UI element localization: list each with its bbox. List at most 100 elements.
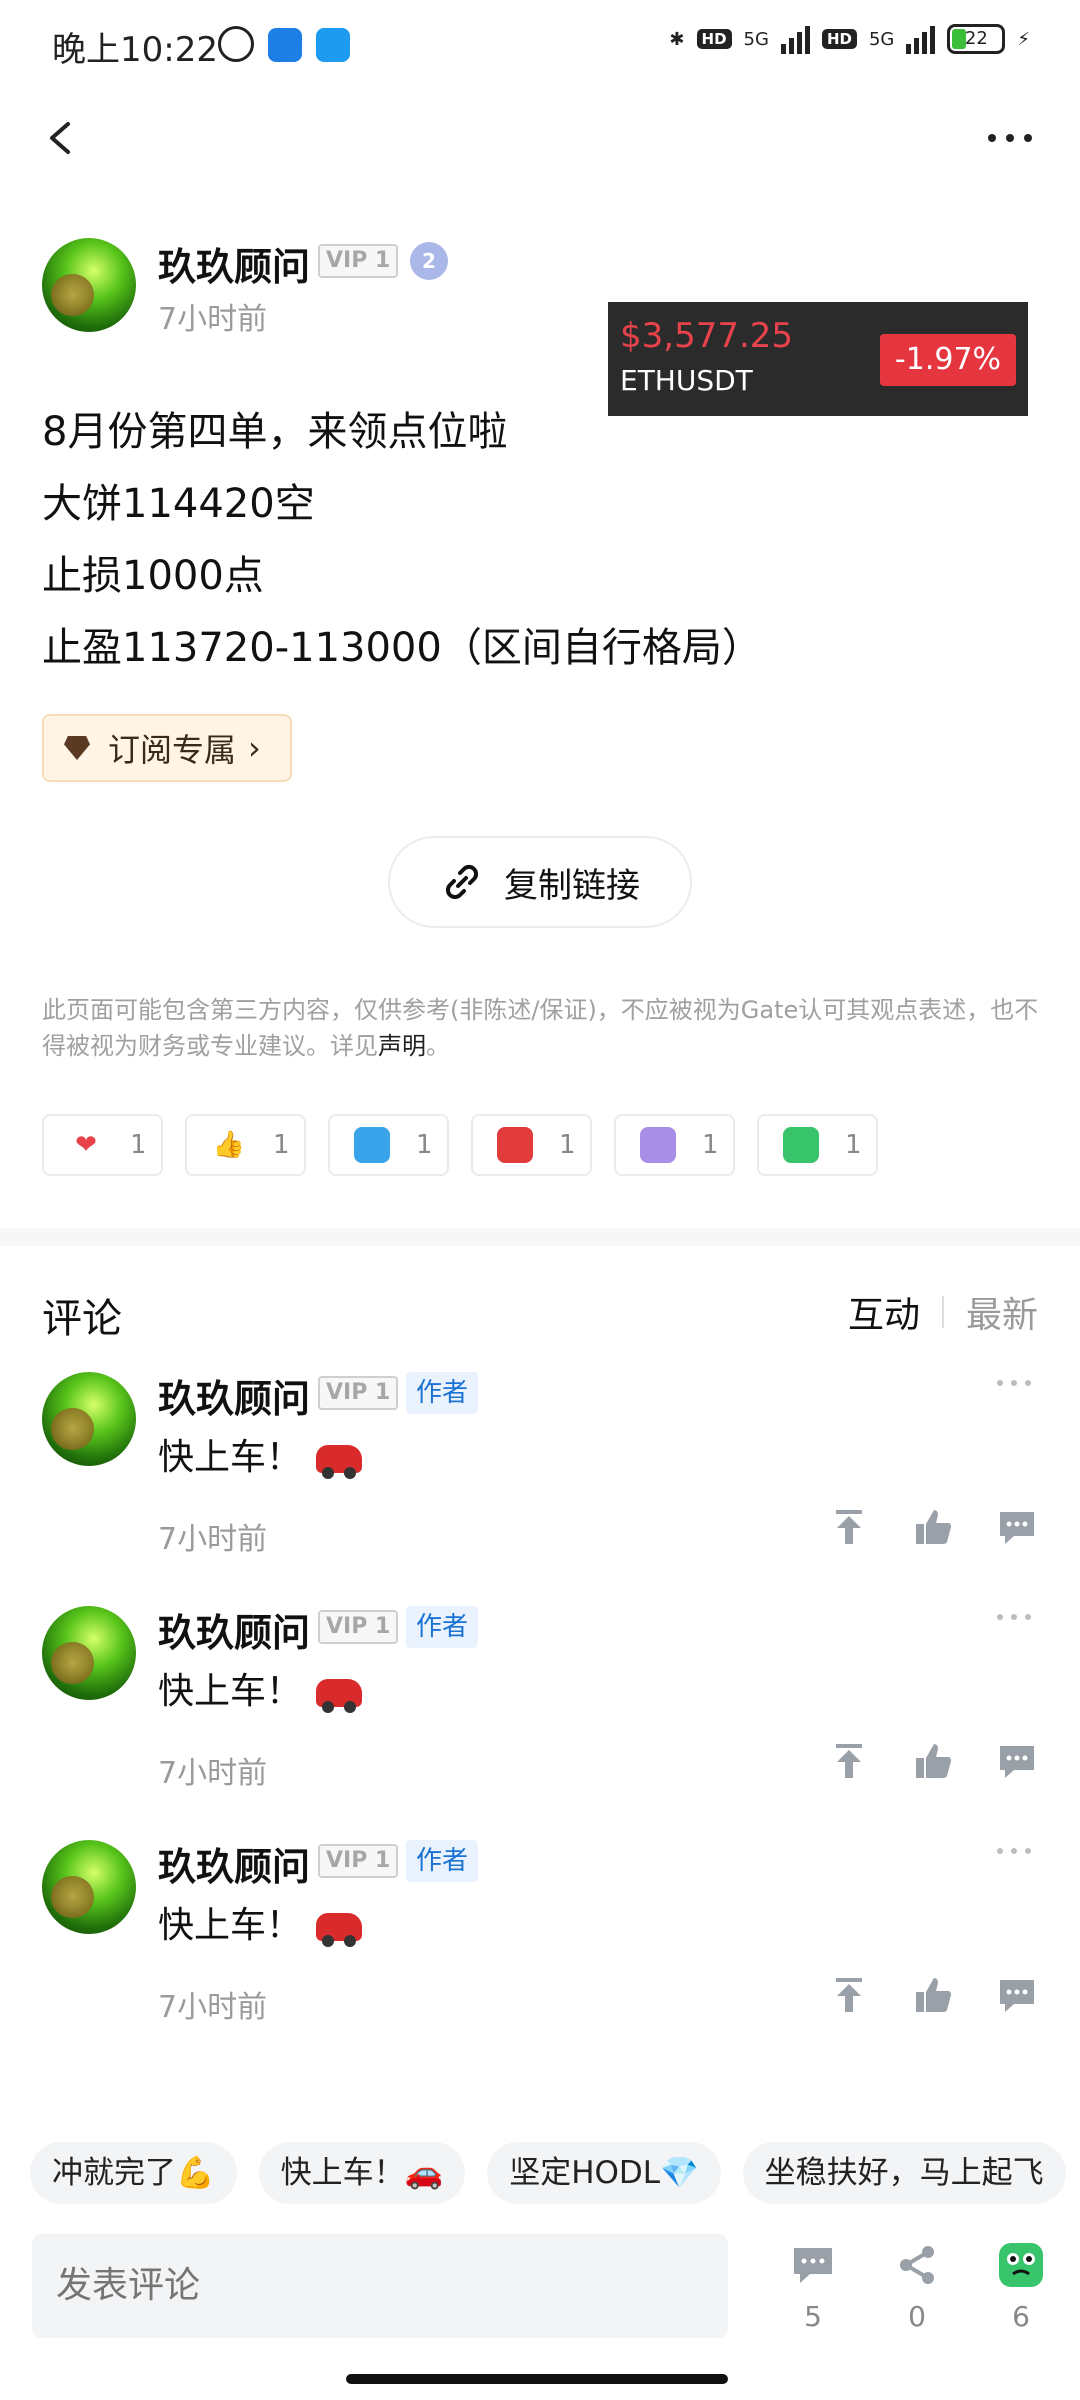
vip-badge: VIP 1 <box>318 1844 399 1878</box>
reaction-count: 1 <box>273 1130 290 1160</box>
comment-author[interactable]: 玖玖顾问 <box>158 1368 310 1423</box>
disclaimer: 此页面可能包含第三方内容，仅供参考(非陈述/保证)，不应被视为Gate认可其观点… <box>42 992 1042 1064</box>
section-divider <box>0 1228 1080 1246</box>
reaction-chip[interactable]: ❤ 1 <box>42 1114 163 1176</box>
tab-interactive[interactable]: 互动 <box>848 1286 920 1338</box>
reaction-chip[interactable]: 1 <box>757 1114 878 1176</box>
reply-icon[interactable] <box>996 1974 1038 2016</box>
alarm-icon <box>218 26 254 62</box>
comment-text: 快上车！ <box>158 1428 363 1480</box>
comment-item: 玖玖顾问 VIP 1 作者 快上车！ 7小时前 <box>0 1832 1080 2062</box>
disclaimer-end: 。 <box>426 1032 450 1060</box>
comment-avatar[interactable] <box>42 1372 136 1466</box>
charging-icon: ⚡ <box>1017 28 1030 50</box>
post-line: 8月份第四单，来领点位啦 <box>42 409 508 455</box>
comment-author[interactable]: 玖玖顾问 <box>158 1836 310 1891</box>
ticker-symbol: ETHUSDT <box>620 364 753 397</box>
comments-button[interactable]: 5 <box>784 2240 842 2333</box>
home-indicator <box>346 2374 728 2384</box>
signal-icon-2 <box>906 24 936 54</box>
comment-avatar[interactable] <box>42 1606 136 1700</box>
tab-separator <box>941 1296 944 1328</box>
pin-top-icon[interactable] <box>828 1974 870 2016</box>
copy-link-button[interactable]: 复制链接 <box>388 836 692 928</box>
heart-icon: ❤ <box>75 1130 97 1160</box>
comment-item: 玖玖顾问 VIP 1 作者 快上车！ 7小时前 <box>0 1598 1080 1828</box>
reaction-chip[interactable]: 👍 1 <box>185 1114 306 1176</box>
status-time: 晚上10:22 <box>52 30 218 70</box>
comment-more-button[interactable] <box>994 1366 1034 1401</box>
ticker-price: $3,577.25 <box>620 316 794 356</box>
subscribe-label: 订阅专属 <box>108 731 237 769</box>
author-tag: 作者 <box>406 1840 479 1882</box>
like-icon[interactable] <box>912 1740 954 1782</box>
upload-notification-icon <box>316 28 350 62</box>
hd-icon-2: HD <box>821 29 857 49</box>
comment-actions <box>828 1974 1038 2016</box>
thumbs-up-icon: 👍 <box>212 1130 246 1160</box>
purple-face-icon <box>640 1127 676 1163</box>
back-button[interactable] <box>40 110 90 166</box>
pin-top-icon[interactable] <box>828 1506 870 1548</box>
author-name[interactable]: 玖玖顾问 <box>158 236 310 291</box>
share-icon <box>900 2246 934 2284</box>
car-emoji-icon <box>316 1913 363 1947</box>
car-emoji-icon <box>316 1679 363 1713</box>
vip-badge: VIP 1 <box>318 244 399 278</box>
like-icon[interactable] <box>912 1974 954 2016</box>
post-line: 大饼114420空 <box>42 481 315 527</box>
reaction-chip[interactable]: 1 <box>328 1114 449 1176</box>
reaction-count: 1 <box>416 1130 433 1160</box>
reaction-chip[interactable]: 1 <box>471 1114 592 1176</box>
quick-reply-chip[interactable]: 快上车！🚗 <box>258 2142 466 2204</box>
disclaimer-text: 此页面可能包含第三方内容，仅供参考(非陈述/保证)，不应被视为Gate认可其观点… <box>42 996 1039 1060</box>
app-notification-icon <box>268 28 302 62</box>
like-icon[interactable] <box>912 1506 954 1548</box>
vip-badge: VIP 1 <box>318 1610 399 1644</box>
share-button[interactable]: 0 <box>888 2240 946 2333</box>
bottom-actions: 5 0 6 <box>784 2240 1050 2333</box>
subscribe-exclusive-button[interactable]: 订阅专属 › <box>42 714 292 782</box>
tab-latest[interactable]: 最新 <box>966 1286 1038 1338</box>
post-time: 7小时前 <box>158 302 268 337</box>
comment-text-body: 快上车！ <box>158 1905 303 1946</box>
reply-icon[interactable] <box>996 1740 1038 1782</box>
author-tag: 作者 <box>406 1372 479 1414</box>
comment-avatar[interactable] <box>42 1840 136 1934</box>
comment-sort-tabs: 互动 最新 <box>848 1286 1038 1338</box>
comment-more-button[interactable] <box>994 1834 1034 1869</box>
reaction-button[interactable]: 6 <box>992 2240 1050 2333</box>
vip-badge: VIP 1 <box>318 1376 399 1410</box>
reaction-chip[interactable]: 1 <box>614 1114 735 1176</box>
comment-icon <box>794 2248 832 2283</box>
network-label: 5G <box>743 28 769 50</box>
disclaimer-link[interactable]: 声明 <box>378 1032 426 1060</box>
comment-count: 5 <box>804 2300 822 2333</box>
comment-time: 7小时前 <box>158 1990 268 2025</box>
post-line: 止盈113720-113000（区间自行格局） <box>42 625 762 671</box>
hodl-icon <box>354 1127 390 1163</box>
quick-reply-chip[interactable]: 坚定HODL💎 <box>487 2142 721 2204</box>
comment-author[interactable]: 玖玖顾问 <box>158 1602 310 1657</box>
quick-reply-chip[interactable]: 坐稳扶好，马上起飞 <box>742 2142 1066 2204</box>
share-count: 0 <box>908 2300 926 2333</box>
green-face-icon <box>999 2243 1043 2287</box>
comment-text-body: 快上车！ <box>158 1437 303 1478</box>
comment-more-button[interactable] <box>994 1600 1034 1635</box>
more-icon <box>997 1380 1031 1386</box>
reaction-count: 1 <box>559 1130 576 1160</box>
author-avatar[interactable] <box>42 238 136 332</box>
bluetooth-icon: ✱ <box>669 28 685 50</box>
author-tag: 作者 <box>406 1606 479 1648</box>
comment-actions <box>828 1506 1038 1548</box>
comment-input[interactable] <box>32 2234 728 2338</box>
quick-replies: 冲就完了💪 快上车！🚗 坚定HODL💎 坐稳扶好，马上起飞 <box>30 2142 1066 2204</box>
signal-icon <box>780 24 810 54</box>
angry-icon <box>497 1127 533 1163</box>
more-options-button[interactable] <box>980 110 1040 166</box>
quick-reply-chip[interactable]: 冲就完了💪 <box>30 2142 237 2204</box>
pin-top-icon[interactable] <box>828 1740 870 1782</box>
reply-icon[interactable] <box>996 1506 1038 1548</box>
diamond-icon <box>62 736 92 760</box>
chevron-right-icon: › <box>248 729 261 767</box>
